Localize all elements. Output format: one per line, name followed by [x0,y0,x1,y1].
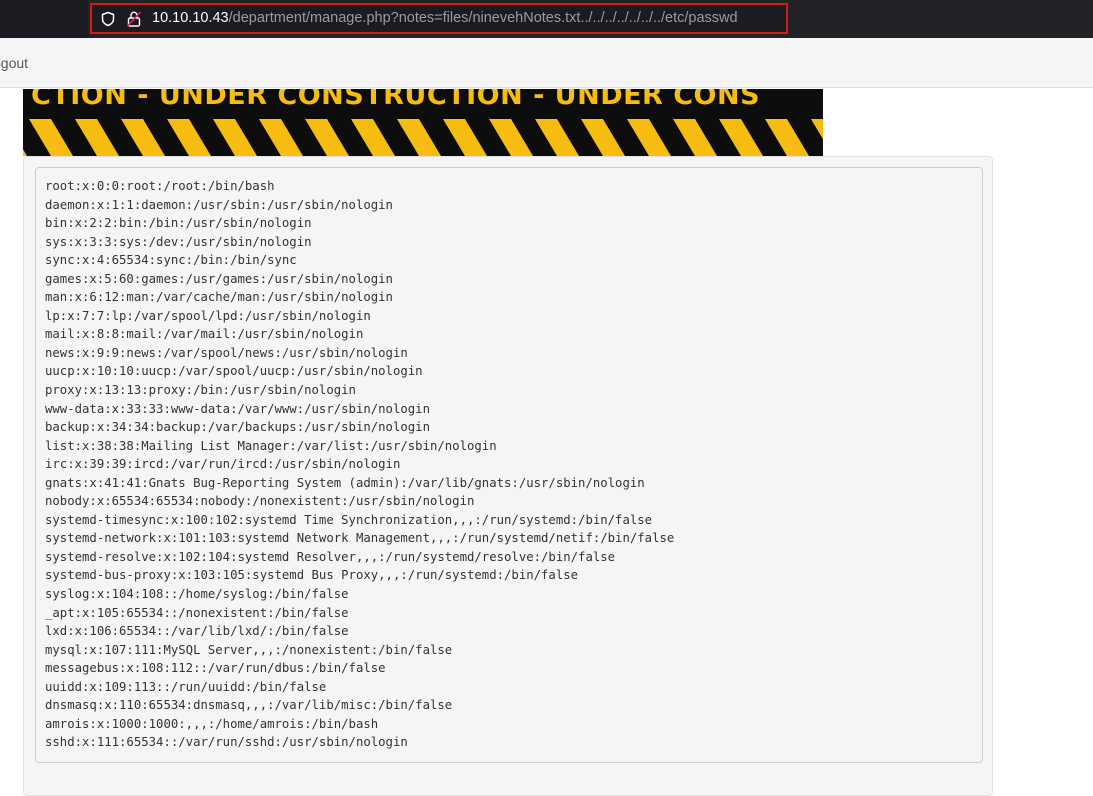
passwd-line: sys:x:3:3:sys:/dev:/usr/sbin/nologin [45,234,312,249]
logout-link[interactable]: ogout [0,55,28,71]
address-bar[interactable]: 10.10.10.43/department/manage.php?notes=… [90,3,788,34]
passwd-line: dnsmasq:x:110:65534:dnsmasq,,,:/var/lib/… [45,698,453,713]
passwd-line: lxd:x:106:65534::/var/lib/lxd/:/bin/fals… [45,624,349,639]
passwd-line: www-data:x:33:33:www-data:/var/www:/usr/… [45,401,430,416]
passwd-line: mysql:x:107:111:MySQL Server,,,:/nonexis… [45,642,453,657]
passwd-line: news:x:9:9:news:/var/spool/news:/usr/sbi… [45,345,408,360]
passwd-line: root:x:0:0:root:/root:/bin/bash [45,179,275,193]
site-navbar: ogout [0,38,1093,88]
banner-text: CTION - UNDER CONSTRUCTION - UNDER CONS [31,89,761,111]
passwd-line: games:x:5:60:games:/usr/games:/usr/sbin/… [45,271,393,286]
passwd-line: sshd:x:111:65534::/var/run/sshd:/usr/sbi… [45,735,408,750]
url-path: /department/manage.php?notes=files/ninev… [228,10,738,26]
passwd-line: amrois:x:1000:1000:,,,:/home/amrois:/bin… [45,716,379,731]
passwd-line: syslog:x:104:108::/home/syslog:/bin/fals… [45,587,349,602]
passwd-line: mail:x:8:8:mail:/var/mail:/usr/sbin/nolo… [45,327,364,342]
passwd-line: irc:x:39:39:ircd:/var/run/ircd:/usr/sbin… [45,457,401,472]
passwd-line: backup:x:34:34:backup:/var/backups:/usr/… [45,420,430,435]
under-construction-banner: CTION - UNDER CONSTRUCTION - UNDER CONS [23,89,823,156]
passwd-line: uucp:x:10:10:uucp:/var/spool/uucp:/usr/s… [45,364,423,379]
shield-icon[interactable] [100,11,116,27]
passwd-file-contents: root:x:0:0:root:/root:/bin/bash daemon:x:… [35,167,983,763]
passwd-line: bin:x:2:2:bin:/bin:/usr/sbin/nologin [45,216,312,231]
url-host: 10.10.10.43 [152,10,229,26]
passwd-line: systemd-bus-proxy:x:103:105:systemd Bus … [45,568,579,583]
url-text[interactable]: 10.10.10.43/department/manage.php?notes=… [152,10,738,26]
passwd-line: uuidd:x:109:113::/run/uuidd:/bin/false [45,679,327,694]
passwd-line: systemd-resolve:x:102:104:systemd Resolv… [45,549,616,564]
passwd-line: nobody:x:65534:65534:nobody:/nonexistent… [45,494,475,509]
insecure-lock-icon[interactable] [127,11,141,27]
notes-container: root:x:0:0:root:/root:/bin/bash daemon:x:… [23,156,993,796]
passwd-line: man:x:6:12:man:/var/cache/man:/usr/sbin/… [45,290,393,305]
browser-toolbar: 10.10.10.43/department/manage.php?notes=… [0,0,1093,38]
passwd-line: _apt:x:105:65534::/nonexistent:/bin/fals… [45,605,349,620]
passwd-line: sync:x:4:65534:sync:/bin:/bin/sync [45,253,297,268]
passwd-line: systemd-timesync:x:100:102:systemd Time … [45,512,653,527]
passwd-line: messagebus:x:108:112::/var/run/dbus:/bin… [45,661,386,676]
toolbar-left-area [0,0,88,38]
passwd-line: gnats:x:41:41:Gnats Bug-Reporting System… [45,475,645,490]
passwd-line: daemon:x:1:1:daemon:/usr/sbin:/usr/sbin/… [45,197,393,212]
passwd-line: proxy:x:13:13:proxy:/bin:/usr/sbin/nolog… [45,383,356,398]
caution-stripes [23,119,823,156]
passwd-line: lp:x:7:7:lp:/var/spool/lpd:/usr/sbin/nol… [45,308,371,323]
passwd-line: list:x:38:38:Mailing List Manager:/var/l… [45,438,497,453]
passwd-line: systemd-network:x:101:103:systemd Networ… [45,531,675,546]
